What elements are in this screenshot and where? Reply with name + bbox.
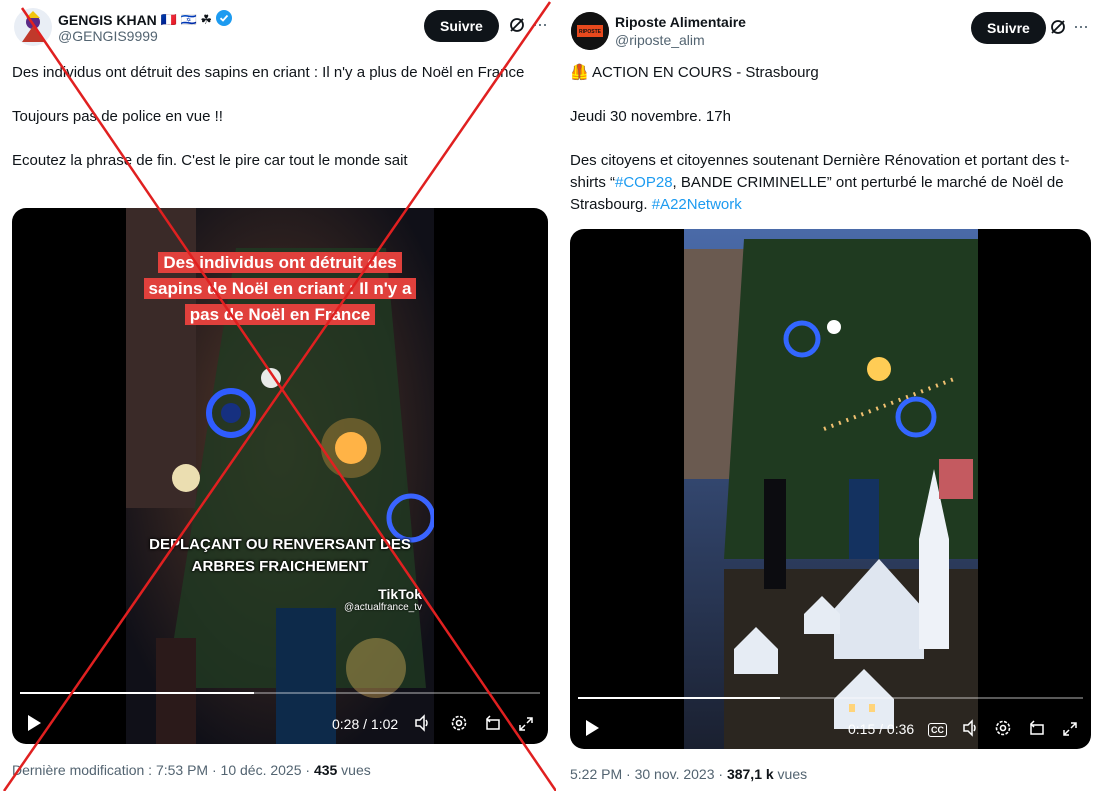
grok-icon[interactable]	[508, 16, 528, 36]
play-icon[interactable]	[584, 719, 600, 737]
fullscreen-icon[interactable]	[1062, 721, 1078, 737]
tweet-footer: Dernière modification : 7:53 PM · 10 déc…	[12, 762, 371, 778]
more-icon[interactable]: ···	[532, 14, 548, 35]
display-name-row[interactable]: Riposte Alimentaire	[615, 14, 746, 30]
display-name-row[interactable]: GENGIS KHAN 🇫🇷 🇮🇱 ☘	[58, 10, 233, 29]
settings-gear-icon[interactable]	[450, 714, 468, 732]
progress-fill	[578, 697, 780, 699]
handle[interactable]: @riposte_alim	[615, 32, 705, 48]
volume-icon[interactable]	[414, 714, 432, 732]
video-scene	[684, 229, 978, 749]
svg-text:RIPOSTE: RIPOSTE	[579, 29, 602, 35]
video-player[interactable]: 0:15 / 0:36 CC	[570, 229, 1091, 749]
tweet-text: 🦺 ACTION EN COURS - Strasbourg Jeudi 30 …	[570, 62, 1085, 238]
follow-button[interactable]: Suivre	[424, 10, 499, 42]
timestamp[interactable]: 5:22 PM · 30 nov. 2023 ·	[570, 766, 727, 782]
settings-gear-icon[interactable]	[994, 719, 1012, 737]
video-time: 0:28 / 1:02	[332, 716, 399, 732]
video-time: 0:15 / 0:36	[848, 721, 915, 737]
tweet-line-1: 🦺 ACTION EN COURS - Strasbourg	[570, 64, 819, 81]
tweet-footer: 5:22 PM · 30 nov. 2023 · 387,1 k vues	[570, 766, 807, 782]
tweet-line-2: Jeudi 30 novembre. 17h	[570, 108, 731, 125]
grok-icon[interactable]	[1049, 18, 1069, 38]
pip-icon[interactable]	[484, 714, 502, 732]
display-name[interactable]: Riposte Alimentaire	[615, 14, 746, 30]
tweet-header: GENGIS KHAN 🇫🇷 🇮🇱 ☘ @GENGIS9999 Suivre ·…	[14, 8, 548, 52]
views-count: 387,1 k	[726, 766, 774, 782]
video-controls: 0:15 / 0:36 CC	[570, 693, 1091, 749]
tiktok-handle: @actualfrance_tv	[344, 602, 422, 613]
play-icon[interactable]	[26, 714, 42, 732]
tweet-line: Des individus ont détruit des sapins en …	[12, 64, 525, 81]
volume-icon[interactable]	[962, 719, 980, 737]
video-frame	[684, 229, 978, 749]
timestamp[interactable]: Dernière modification : 7:53 PM · 10 déc…	[12, 762, 314, 778]
views-count: 435	[313, 762, 338, 778]
tweet-header: RIPOSTE Riposte Alimentaire @riposte_ali…	[571, 12, 1090, 56]
video-player[interactable]: Des individus ont détruit des sapins de …	[12, 208, 548, 744]
follow-button[interactable]: Suivre	[971, 12, 1046, 44]
progress-bar[interactable]	[20, 692, 540, 694]
views-label: vues	[337, 762, 371, 778]
fullscreen-icon[interactable]	[518, 716, 534, 732]
tweet-line-3: Des citoyens et citoyennes soutenant Der…	[570, 152, 1070, 213]
views-label: vues	[773, 766, 808, 782]
handle[interactable]: @GENGIS9999	[58, 28, 158, 44]
hashtag-link[interactable]: #A22Network	[652, 196, 742, 213]
progress-fill	[20, 692, 254, 694]
avatar[interactable]: RIPOSTE	[571, 12, 609, 50]
hashtag-link[interactable]: #COP28	[615, 174, 673, 191]
avatar[interactable]	[14, 8, 52, 46]
left-tweet: GENGIS KHAN 🇫🇷 🇮🇱 ☘ @GENGIS9999 Suivre ·…	[0, 0, 556, 791]
safety-vest-emoji: 🦺	[570, 64, 589, 81]
video-caption-top: Des individus ont détruit des sapins de …	[140, 250, 420, 328]
display-name[interactable]: GENGIS KHAN	[58, 12, 157, 28]
progress-bar[interactable]	[578, 697, 1083, 699]
tiktok-watermark: TikTok @actualfrance_tv	[344, 586, 422, 613]
tweet-line: Ecoutez la phrase de fin. C'est le pire …	[12, 152, 408, 169]
tweet-text: Des individus ont détruit des sapins en …	[12, 62, 532, 194]
tiktok-label: TikTok	[378, 586, 422, 602]
tweet-line: Toujours pas de police en vue !!	[12, 108, 223, 125]
captions-cc-icon[interactable]: CC	[928, 723, 947, 737]
right-tweet: RIPOSTE Riposte Alimentaire @riposte_ali…	[556, 0, 1100, 791]
verified-badge-icon	[216, 10, 233, 29]
more-icon[interactable]: ···	[1073, 16, 1089, 37]
video-controls: 0:28 / 1:02	[12, 688, 548, 744]
video-frame: Des individus ont détruit des sapins de …	[126, 208, 434, 744]
name-emojis: 🇫🇷 🇮🇱 ☘	[160, 11, 213, 27]
pip-icon[interactable]	[1028, 719, 1046, 737]
video-caption-bottom: DEPLAÇANT OU RENVERSANT DES ARBRES FRAIC…	[149, 536, 411, 575]
